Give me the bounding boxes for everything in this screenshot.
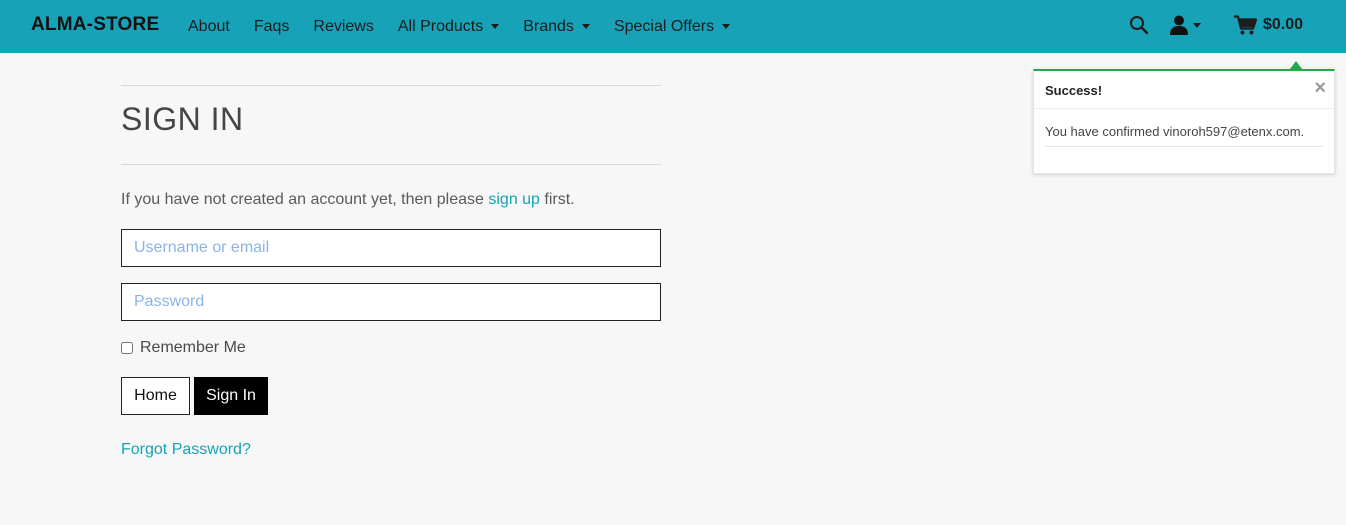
title-divider	[121, 164, 661, 165]
nav-link-label: Faqs	[253, 17, 290, 35]
toast-message: You have confirmed vinoroh597@etenx.com.	[1045, 124, 1305, 139]
cart-icon	[1234, 15, 1257, 35]
user-icon	[1170, 15, 1188, 35]
sign-up-link[interactable]: sign up	[488, 191, 540, 208]
home-button[interactable]: Home	[121, 377, 190, 415]
toast-pointer	[1290, 61, 1302, 69]
sign-in-button[interactable]: Sign In	[194, 377, 268, 415]
search-icon	[1130, 16, 1149, 35]
nav-link-label: Special Offers	[613, 17, 715, 35]
search-button[interactable]	[1129, 15, 1149, 35]
toast-title: Success!	[1045, 83, 1103, 98]
remember-me-checkbox[interactable]	[121, 342, 133, 354]
remember-me[interactable]: Remember Me	[121, 339, 246, 357]
brand-logo[interactable]: ALMA-STORE	[31, 14, 159, 36]
nav-dropdown-special-offers[interactable]: Special Offers	[602, 18, 742, 36]
user-menu-button[interactable]	[1170, 14, 1201, 36]
remember-me-label: Remember Me	[140, 339, 246, 356]
nav-links: About Faqs Reviews All Products Brands S…	[176, 0, 742, 53]
nav-dropdown-brands[interactable]: Brands	[511, 18, 602, 36]
close-icon[interactable]: ×	[1314, 78, 1326, 98]
nav-link-reviews[interactable]: Reviews	[301, 18, 385, 36]
toast-divider	[1034, 108, 1334, 109]
signup-prompt-text-end: first.	[539, 191, 575, 208]
nav-link-label: Reviews	[313, 17, 374, 35]
nav-link-label: About	[188, 17, 230, 35]
caret-down-icon	[491, 24, 500, 29]
top-divider	[121, 85, 661, 86]
caret-down-icon	[1193, 22, 1201, 28]
cart-total: $0.00	[1263, 16, 1304, 33]
cart-button[interactable]: $0.00	[1234, 13, 1303, 37]
success-toast: Success! × You have confirmed vinoroh597…	[1033, 69, 1335, 174]
toast-bottom-divider	[1045, 146, 1323, 147]
signup-prompt-text: If you have not created an account yet, …	[121, 191, 489, 208]
forgot-password-link[interactable]: Forgot Password?	[121, 441, 251, 459]
signup-prompt: If you have not created an account yet, …	[121, 191, 575, 209]
caret-down-icon	[581, 24, 590, 29]
password-input[interactable]	[121, 283, 661, 321]
username-input[interactable]	[121, 229, 661, 267]
nav-link-label: Brands	[523, 17, 574, 35]
nav-link-label: All Products	[397, 17, 484, 35]
caret-down-icon	[722, 24, 731, 29]
page-title: SIGN IN	[121, 101, 244, 137]
nav-link-about[interactable]: About	[176, 18, 242, 36]
top-navbar: ALMA-STORE About Faqs Reviews All Produc…	[0, 0, 1346, 53]
nav-dropdown-all-products[interactable]: All Products	[386, 18, 511, 36]
nav-link-faqs[interactable]: Faqs	[242, 18, 302, 36]
